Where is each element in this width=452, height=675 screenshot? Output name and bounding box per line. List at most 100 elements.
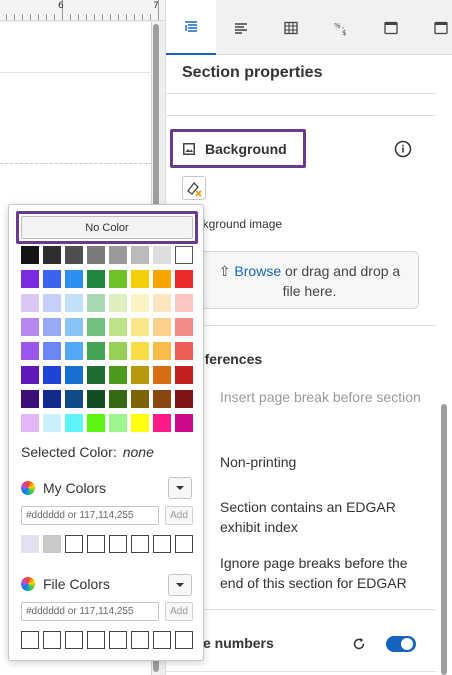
tab-table[interactable] [266, 0, 316, 55]
color-swatch[interactable] [65, 342, 83, 360]
color-swatch[interactable] [175, 366, 193, 384]
color-swatch[interactable] [65, 294, 83, 312]
color-swatch[interactable] [109, 294, 127, 312]
no-color-button[interactable]: No Color [21, 216, 193, 239]
color-swatch[interactable] [175, 342, 193, 360]
color-swatch[interactable] [21, 366, 39, 384]
custom-color-slot[interactable] [175, 631, 193, 649]
file-colors-add-button[interactable]: Add [165, 602, 193, 621]
line-numbers-toggle[interactable] [386, 636, 416, 652]
tab-more[interactable] [416, 0, 452, 55]
color-swatch[interactable] [87, 246, 105, 264]
color-swatch[interactable] [109, 318, 127, 336]
color-swatch[interactable] [87, 270, 105, 288]
color-swatch[interactable] [43, 246, 61, 264]
color-swatch[interactable] [43, 342, 61, 360]
custom-color-slot[interactable] [131, 631, 149, 649]
color-swatch[interactable] [65, 414, 83, 432]
color-swatch[interactable] [43, 294, 61, 312]
color-swatch[interactable] [87, 318, 105, 336]
color-swatch[interactable] [87, 366, 105, 384]
color-swatch[interactable] [65, 270, 83, 288]
custom-color-slot[interactable] [109, 631, 127, 649]
color-swatch[interactable] [21, 294, 39, 312]
reset-icon[interactable] [352, 637, 366, 651]
color-swatch[interactable] [109, 246, 127, 264]
color-swatch[interactable] [65, 366, 83, 384]
color-swatch[interactable] [153, 318, 171, 336]
color-swatch[interactable] [43, 318, 61, 336]
color-swatch[interactable] [153, 342, 171, 360]
color-swatch[interactable] [153, 390, 171, 408]
color-swatch[interactable] [131, 246, 149, 264]
color-swatch[interactable] [21, 270, 39, 288]
color-swatch[interactable] [109, 366, 127, 384]
color-swatch[interactable] [153, 414, 171, 432]
color-swatch[interactable] [21, 414, 39, 432]
panel-scrollbar-thumb[interactable] [441, 404, 447, 675]
color-swatch[interactable] [21, 390, 39, 408]
color-swatch[interactable] [175, 390, 193, 408]
info-icon[interactable] [394, 140, 412, 158]
custom-color-slot[interactable] [87, 631, 105, 649]
color-swatch[interactable] [43, 270, 61, 288]
custom-color-slot[interactable] [175, 535, 193, 553]
color-swatch[interactable] [87, 342, 105, 360]
color-swatch[interactable] [109, 390, 127, 408]
color-swatch[interactable] [131, 270, 149, 288]
custom-color-slot[interactable] [21, 535, 39, 553]
my-colors-hex-input[interactable] [21, 506, 159, 525]
custom-color-slot[interactable] [65, 631, 83, 649]
custom-color-slot[interactable] [131, 535, 149, 553]
color-swatch[interactable] [131, 390, 149, 408]
custom-color-slot[interactable] [65, 535, 83, 553]
color-swatch[interactable] [153, 366, 171, 384]
custom-color-slot[interactable] [153, 631, 171, 649]
color-swatch[interactable] [175, 246, 193, 264]
color-swatch[interactable] [43, 366, 61, 384]
color-swatch[interactable] [43, 414, 61, 432]
tab-number-format[interactable]: %, $ [316, 0, 366, 55]
custom-color-slot[interactable] [153, 535, 171, 553]
custom-color-slot[interactable] [43, 631, 61, 649]
clear-background-button[interactable] [182, 176, 206, 200]
color-swatch[interactable] [109, 414, 127, 432]
my-colors-dropdown-button[interactable] [168, 477, 192, 499]
browse-link[interactable]: Browse [234, 263, 281, 279]
color-swatch[interactable] [175, 294, 193, 312]
color-swatch[interactable] [153, 270, 171, 288]
color-swatch[interactable] [131, 414, 149, 432]
my-colors-add-button[interactable]: Add [165, 506, 193, 525]
background-section-header[interactable]: Background [170, 129, 306, 168]
color-swatch[interactable] [65, 390, 83, 408]
color-swatch[interactable] [131, 318, 149, 336]
color-swatch[interactable] [21, 246, 39, 264]
color-swatch[interactable] [131, 342, 149, 360]
color-swatch[interactable] [175, 414, 193, 432]
custom-color-slot[interactable] [43, 535, 61, 553]
tab-page-layout[interactable] [366, 0, 416, 55]
color-swatch[interactable] [131, 366, 149, 384]
tab-paragraph[interactable] [216, 0, 266, 55]
color-swatch[interactable] [109, 270, 127, 288]
color-swatch[interactable] [21, 342, 39, 360]
custom-color-slot[interactable] [87, 535, 105, 553]
color-swatch[interactable] [87, 294, 105, 312]
panel-scrollbar[interactable] [440, 56, 448, 675]
color-swatch[interactable] [43, 390, 61, 408]
color-swatch[interactable] [65, 246, 83, 264]
color-swatch[interactable] [87, 414, 105, 432]
color-swatch[interactable] [131, 294, 149, 312]
color-swatch[interactable] [153, 294, 171, 312]
color-swatch[interactable] [65, 318, 83, 336]
tab-section-properties[interactable] [166, 0, 216, 55]
custom-color-slot[interactable] [109, 535, 127, 553]
color-swatch[interactable] [175, 270, 193, 288]
file-colors-dropdown-button[interactable] [168, 574, 192, 596]
file-colors-hex-input[interactable] [21, 602, 159, 621]
color-swatch[interactable] [109, 342, 127, 360]
custom-color-slot[interactable] [21, 631, 39, 649]
color-swatch[interactable] [175, 318, 193, 336]
color-swatch[interactable] [153, 246, 171, 264]
color-swatch[interactable] [21, 318, 39, 336]
